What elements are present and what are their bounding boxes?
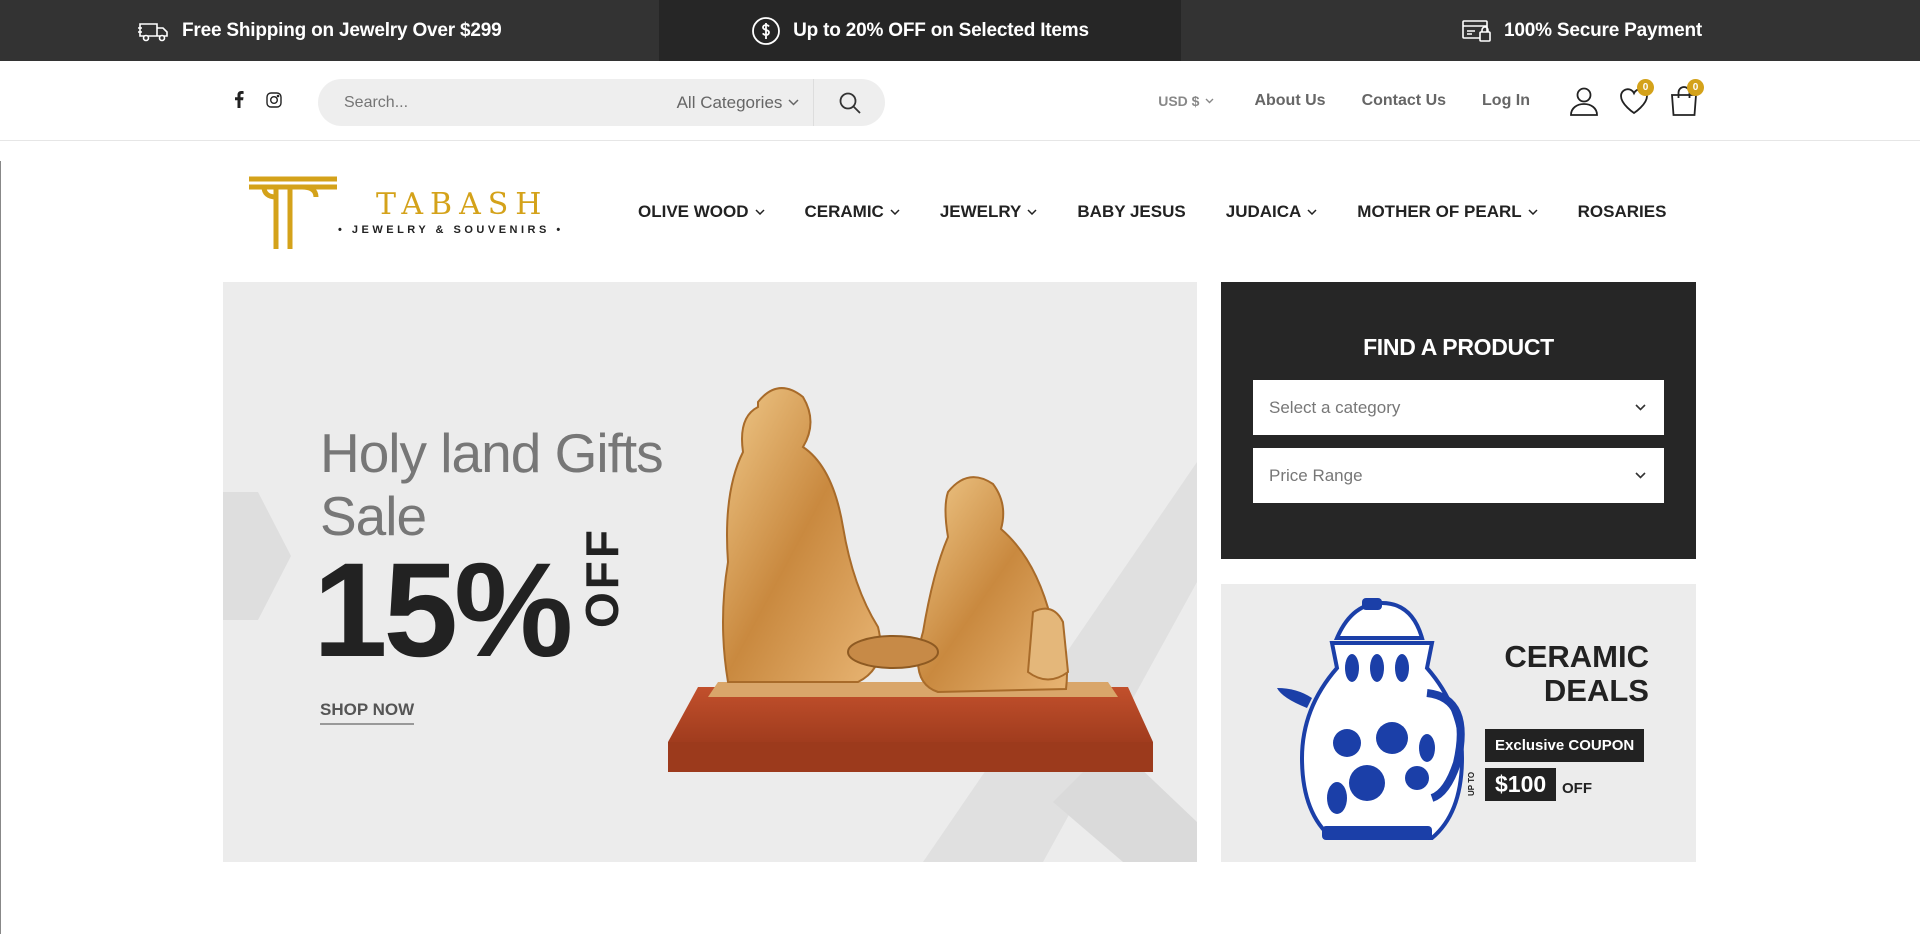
nav-item-ceramic[interactable]: CERAMIC [805, 202, 900, 222]
ceramic-deals-title: CERAMIC DEALS [1504, 640, 1649, 708]
primary-menu: OLIVE WOOD CERAMIC JEWELRY BABY JESUS JU… [638, 141, 1706, 282]
price-range-label: Price Range [1269, 465, 1363, 485]
chevron-down-icon [1205, 98, 1214, 104]
olive-wood-statue-image [668, 387, 1153, 772]
coupon-amount: $100 [1485, 768, 1557, 801]
main-navigation-bar: TABASH • JEWELRY & SOUVENIRS • OLIVE WOO… [0, 141, 1920, 282]
category-dropdown[interactable]: All Categories [663, 79, 813, 126]
coupon-off-label: OFF [1562, 780, 1592, 797]
account-button[interactable] [1566, 83, 1602, 119]
payment-notice: 100% Secure Payment [1180, 0, 1920, 61]
shop-now-link[interactable]: SHOP NOW [320, 700, 415, 725]
cart-count-badge: 0 [1687, 79, 1704, 96]
find-product-title: FIND A PRODUCT [1363, 334, 1554, 360]
chevron-down-icon [890, 208, 900, 215]
site-header: All Categories USD $ About Us Contact Us… [0, 61, 1920, 141]
about-us-link[interactable]: About Us [1254, 92, 1325, 110]
nav-item-judaica[interactable]: JUDAICA [1226, 202, 1318, 222]
header-actions: USD $ About Us Contact Us Log In 0 0 [1158, 61, 1704, 141]
deals-title-line2: DEALS [1543, 673, 1649, 708]
shipping-text: Free Shipping on Jewelry Over $299 [182, 19, 502, 41]
contact-us-link[interactable]: Contact Us [1362, 92, 1446, 110]
search-input[interactable] [318, 79, 663, 126]
login-link[interactable]: Log In [1482, 92, 1530, 110]
hero-off-text: OFF [576, 527, 628, 628]
logo-brand-text: TABASH [376, 187, 549, 222]
nav-item-label: CERAMIC [804, 201, 884, 221]
social-links [234, 91, 282, 108]
nav-item-mother-of-pearl[interactable]: MOTHER OF PEARL [1357, 201, 1538, 222]
price-range-select[interactable]: Price Range [1253, 448, 1664, 503]
user-icon [1570, 87, 1598, 116]
up-to-label: UP TO [1467, 771, 1476, 796]
nav-item-label: MOTHER OF PEARL [1357, 201, 1522, 221]
nav-item-label: JUDAICA [1225, 201, 1302, 221]
chevron-down-icon [788, 99, 799, 106]
secure-card-icon [1462, 19, 1491, 42]
exclusive-coupon-label: Exclusive COUPON [1485, 729, 1645, 762]
nav-item-label: ROSARIES [1577, 201, 1667, 221]
payment-text: 100% Secure Payment [1504, 19, 1702, 41]
find-product-panel: FIND A PRODUCT Select a category Price R… [1221, 282, 1696, 559]
chevron-down-icon [1307, 208, 1317, 215]
site-logo[interactable]: TABASH • JEWELRY & SOUVENIRS • [246, 175, 564, 251]
tabash-logo-icon [249, 176, 337, 249]
deals-title-line1: CERAMIC [1504, 639, 1649, 674]
search-bar: All Categories [318, 79, 885, 126]
ceramic-jug-image [1277, 598, 1465, 840]
currency-label: USD $ [1158, 93, 1200, 109]
chevron-down-icon [1635, 472, 1646, 479]
shipping-notice: Free Shipping on Jewelry Over $299 [0, 0, 660, 61]
hero-percent: 15% [313, 536, 573, 685]
instagram-icon[interactable] [266, 91, 282, 108]
chevron-down-icon [1528, 208, 1538, 215]
announcement-bar: Free Shipping on Jewelry Over $299 Up to… [0, 0, 1920, 61]
discount-text: Up to 20% OFF on Selected Items [793, 19, 1089, 41]
dollar-coin-icon [752, 16, 781, 45]
wishlist-count-badge: 0 [1637, 79, 1654, 96]
search-button[interactable] [813, 79, 885, 126]
category-select-label: Select a category [1269, 397, 1401, 417]
chevron-down-icon [1027, 208, 1037, 215]
nav-item-label: JEWELRY [939, 201, 1022, 221]
hero-banner[interactable]: Holy land Gifts Sale 15% OFF SHOP NOW [223, 282, 1197, 862]
discount-notice: Up to 20% OFF on Selected Items [659, 0, 1181, 61]
nav-item-rosaries[interactable]: ROSARIES [1578, 202, 1667, 222]
chevron-down-icon [1635, 404, 1646, 411]
truck-icon [138, 22, 168, 41]
search-icon [839, 92, 861, 114]
cart-button[interactable]: 0 [1666, 79, 1704, 119]
nav-item-jewelry[interactable]: JEWELRY [940, 202, 1038, 222]
wishlist-button[interactable]: 0 [1616, 79, 1654, 119]
nav-item-olive-wood[interactable]: OLIVE WOOD [638, 202, 765, 222]
facebook-icon[interactable] [234, 91, 244, 108]
category-select[interactable]: Select a category [1253, 380, 1664, 435]
nav-item-label: OLIVE WOOD [638, 201, 749, 221]
nav-item-label: BABY JESUS [1077, 201, 1186, 221]
hero-title-line1: Holy land Gifts [320, 422, 664, 484]
logo-tagline: • JEWELRY & SOUVENIRS • [338, 224, 564, 236]
nav-item-baby-jesus[interactable]: BABY JESUS [1077, 202, 1185, 222]
chevron-down-icon [754, 208, 765, 215]
currency-selector[interactable]: USD $ [1158, 93, 1214, 109]
category-dropdown-label: All Categories [676, 92, 783, 112]
ceramic-deals-banner[interactable]: CERAMIC DEALS Exclusive COUPON UP TO $10… [1221, 584, 1696, 862]
